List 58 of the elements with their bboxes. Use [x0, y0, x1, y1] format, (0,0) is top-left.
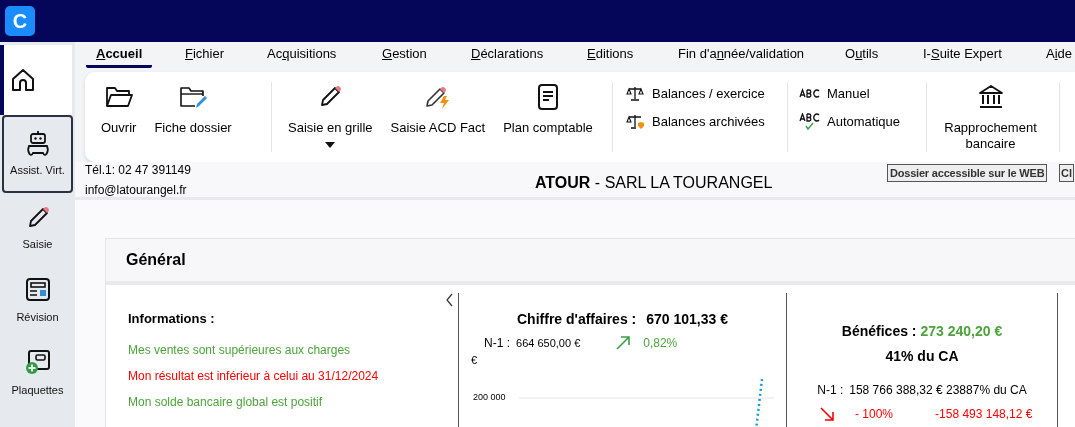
- previous-label: N-1 :: [484, 335, 510, 352]
- ribbon-button[interactable]: Balances / exercice: [623, 82, 765, 106]
- sidebar-item[interactable]: Assist. Virt.: [2, 115, 73, 193]
- difference-value: -158 493 148,12 €: [935, 406, 1033, 423]
- ribbon-button[interactable]: Manuel: [798, 82, 900, 106]
- robot-icon: [25, 129, 50, 156]
- ribbon-button[interactable]: Ouvrir: [95, 82, 143, 152]
- next-button[interactable]: Cl: [1059, 164, 1074, 182]
- spelling-icon: [798, 87, 822, 101]
- menu-tab[interactable]: Accueil: [86, 42, 153, 68]
- home-button[interactable]: [0, 45, 72, 115]
- ribbon-button[interactable]: Balances archivées: [623, 110, 765, 134]
- trend-down-icon: [819, 406, 835, 422]
- menu-tab[interactable]: Outils: [835, 42, 889, 68]
- info-message: Mon solde bancaire global est positif: [128, 393, 324, 411]
- change-percent: 0,82%: [643, 335, 678, 352]
- info-message: Mes ventes sont supérieures aux charges: [128, 341, 352, 359]
- collapse-icon[interactable]: [445, 293, 454, 307]
- ratio-text: 41% du CA: [885, 347, 959, 366]
- menu-tab[interactable]: Fin d'année/validation: [668, 42, 815, 68]
- ribbon-button[interactable]: Plan comptable: [497, 82, 599, 152]
- metric-heading: Bénéfices : 273 240,20 €: [841, 322, 1003, 341]
- scale-icon: [623, 86, 647, 102]
- menu-tab[interactable]: Fichier: [175, 42, 235, 68]
- info-message: Mon résultat est inférieur à celui au 31/12/2024: [128, 367, 380, 385]
- previous-value: 664 650,00 €: [516, 335, 581, 351]
- menu-tab[interactable]: Déclarations: [461, 42, 554, 68]
- web-access-button[interactable]: Dossier accessible sur le WEB: [887, 164, 1048, 182]
- company-title: ATOUR - SARL LA TOURANGEL: [535, 173, 773, 193]
- ribbon-button[interactable]: Automatique: [798, 110, 900, 134]
- section-title: Général: [106, 239, 1075, 285]
- ribbon-button[interactable]: Fiche dossier: [148, 82, 238, 152]
- phone-number: Tél.1: 02 47 391149: [85, 161, 191, 179]
- menu-tab[interactable]: Gestion: [372, 42, 437, 68]
- menu-tab[interactable]: Acquisitions: [257, 42, 347, 68]
- change-percent: - 100%: [855, 406, 894, 423]
- menu-tab[interactable]: Aide: [1036, 42, 1075, 68]
- informations-heading: Informations :: [128, 310, 216, 328]
- menu-tab[interactable]: I-Suite Expert: [913, 42, 1012, 68]
- spell-check-icon: [798, 113, 822, 131]
- ribbon-button[interactable]: Rapprochement bancaire: [937, 82, 1044, 152]
- metric-label: Chiffre d'affaires :: [517, 310, 637, 329]
- form-icon: [24, 276, 51, 303]
- ribbon-button[interactable]: Saisie ACD Fact: [384, 82, 492, 152]
- email-address: info@latourangel.fr: [85, 181, 188, 199]
- scale-icon: [623, 114, 647, 130]
- app-logo: C: [5, 6, 35, 36]
- document-icon: [536, 82, 560, 112]
- menu-tab[interactable]: Editions: [577, 42, 644, 68]
- axis-tick: 200 000: [473, 390, 506, 404]
- previous-label: N-1 :: [817, 382, 844, 399]
- previous-value: 158 766 388,32 € 23887% du CA: [849, 382, 1027, 399]
- home-icon: [9, 66, 37, 94]
- ribbon-button[interactable]: Saisie en grille: [282, 82, 379, 152]
- metric-value: 670 101,33 €: [646, 310, 728, 329]
- document-add-icon: [23, 347, 52, 376]
- trend-up-icon: [615, 335, 632, 351]
- axis-unit: €: [471, 353, 478, 368]
